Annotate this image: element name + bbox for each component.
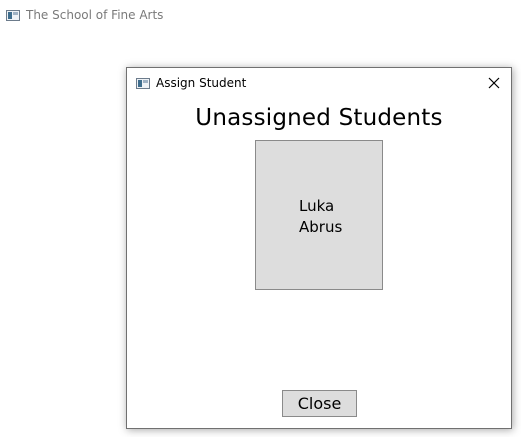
dialog-title: Assign Student bbox=[156, 76, 247, 90]
close-button[interactable]: Close bbox=[282, 390, 357, 417]
student-name: Luka Abrus bbox=[299, 196, 342, 238]
assign-student-dialog: Assign Student Unassigned Students Luka … bbox=[126, 67, 512, 429]
dialog-close-button[interactable] bbox=[477, 68, 511, 98]
page: The School of Fine Arts Assign Student U… bbox=[0, 0, 521, 437]
app-window-icon bbox=[6, 9, 20, 21]
unassigned-students-heading: Unassigned Students bbox=[195, 105, 443, 131]
close-icon bbox=[488, 77, 500, 89]
app-titlebar: The School of Fine Arts bbox=[6, 7, 163, 23]
dialog-titlebar[interactable]: Assign Student bbox=[127, 68, 511, 98]
student-first-name: Luka bbox=[299, 197, 335, 215]
app-title: The School of Fine Arts bbox=[26, 8, 164, 22]
dialog-window-icon bbox=[136, 77, 150, 89]
student-last-name: Abrus bbox=[299, 218, 343, 236]
student-card[interactable]: Luka Abrus bbox=[255, 140, 383, 290]
